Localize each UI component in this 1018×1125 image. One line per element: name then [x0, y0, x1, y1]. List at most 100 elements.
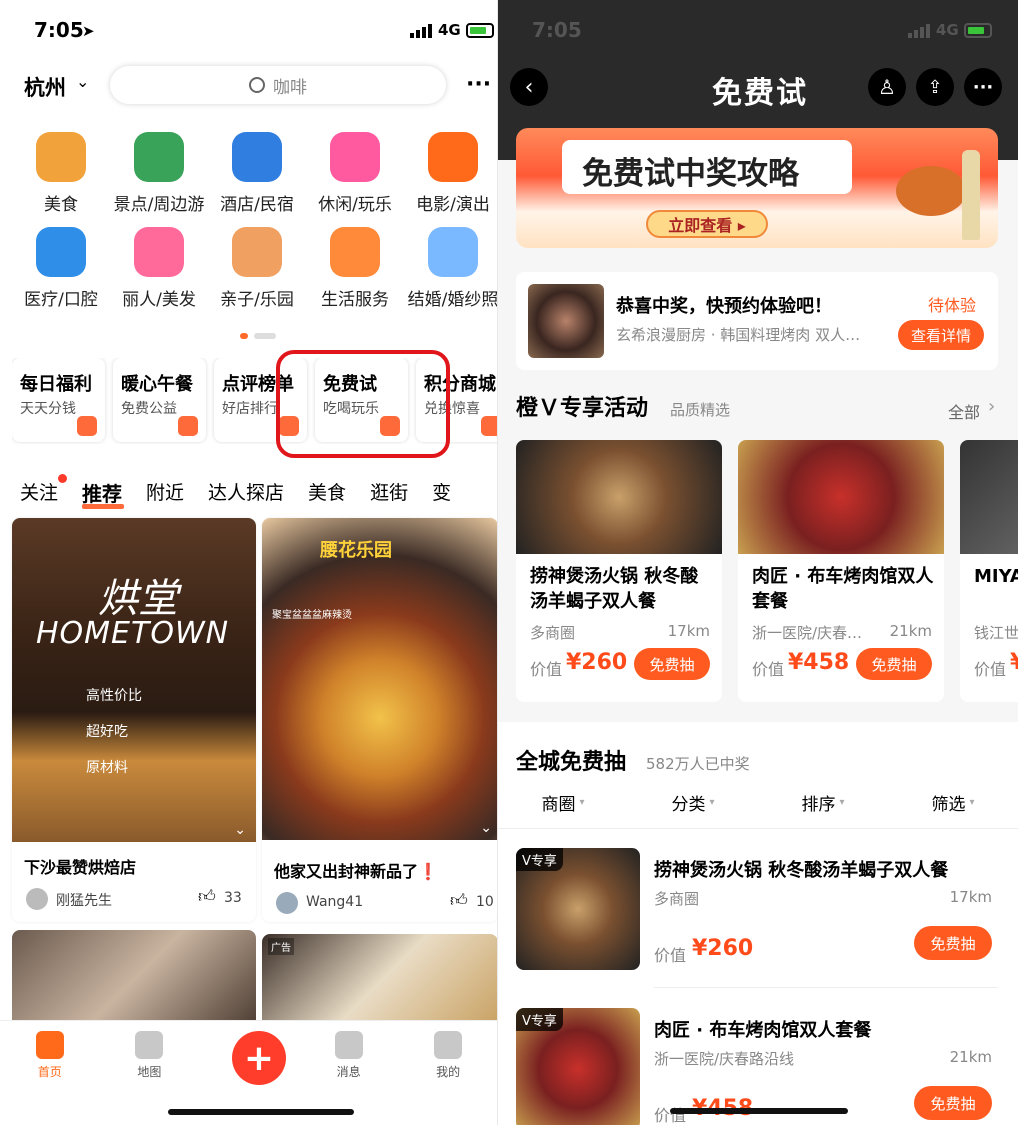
roast-chicken-illustration: [896, 166, 966, 216]
feed-card-photo[interactable]: 广告: [262, 934, 498, 1030]
network-label: 4G: [936, 21, 959, 39]
price-value: ¥458: [788, 650, 850, 675]
vip-card-distance: 21km: [889, 622, 932, 640]
profile-icon[interactable]: ♙: [868, 68, 906, 106]
category-item[interactable]: 医疗/口腔: [12, 227, 110, 310]
tab-item[interactable]: 达人探店: [208, 478, 284, 507]
nav-item[interactable]: 消息: [299, 1021, 399, 1080]
list-item-name: 捞神煲汤火锅 秋冬酸汤羊蝎子双人餐: [654, 860, 949, 881]
right-screen: 7:05 4G ‹ 免费试 ♙ ⇪ ··· 免费试中奖攻略 立即查看 ▸ 恭喜中…: [498, 0, 1018, 1125]
add-post-button[interactable]: +: [232, 1031, 286, 1085]
tab-item[interactable]: 美食: [308, 478, 346, 507]
nav-label: 我的: [436, 1065, 461, 1079]
tab-item[interactable]: 推荐: [82, 478, 125, 509]
category-item[interactable]: 景点/周边游: [110, 132, 208, 215]
category-item[interactable]: 美食: [12, 132, 110, 215]
category-item[interactable]: 丽人/美发: [110, 227, 208, 310]
category-item[interactable]: 生活服务: [306, 227, 404, 310]
category-grid: 美食 景点/周边游 酒店/民宿 休闲/玩乐 电影/演出医疗/口腔 丽人/美发 亲子/乐园 生活…: [12, 132, 498, 310]
win-desc: 玄希浪漫厨房 · 韩国料理烤肉 双人…: [616, 326, 861, 344]
list-item-area: 浙一医院/庆春路沿线: [654, 1050, 795, 1068]
price-label: 价值: [752, 660, 785, 679]
filter-item[interactable]: 商圈 ▾: [541, 790, 584, 815]
more-menu-icon[interactable]: ···: [466, 72, 491, 97]
nav-item[interactable]: 首页: [0, 1021, 100, 1080]
guide-banner[interactable]: 免费试中奖攻略 立即查看 ▸: [516, 128, 998, 248]
city-selector[interactable]: 杭州: [24, 72, 66, 102]
category-label: 生活服务: [321, 290, 389, 310]
price-value: ¥260: [692, 936, 754, 961]
more-menu-icon[interactable]: ···: [964, 68, 1002, 106]
category-item[interactable]: 电影/演出: [404, 132, 498, 215]
thumb-up-icon[interactable]: 👍︎: [198, 886, 216, 907]
bottom-nav: 首页 地图 消息 我的 +: [0, 1020, 498, 1125]
signal-icon: [410, 24, 432, 38]
category-item[interactable]: 休闲/玩乐: [306, 132, 404, 215]
category-label: 电影/演出: [416, 195, 490, 215]
promo-subtitle: 天天分钱: [20, 401, 76, 417]
dropdown-arrow-icon: ▾: [969, 797, 975, 808]
free-draw-button[interactable]: 免费抽: [856, 648, 932, 680]
free-draw-button[interactable]: 免费抽: [914, 1086, 992, 1120]
nav-item[interactable]: 我的: [398, 1021, 498, 1080]
vip-card[interactable]: MIYA（奥体钱江世价值¥: [960, 440, 1018, 702]
cocktail-icon: [330, 132, 380, 182]
vip-card-name: 捞神煲汤火锅 秋冬酸汤羊蝎子双人餐: [530, 566, 699, 612]
nav-item[interactable]: 地图: [100, 1021, 200, 1080]
back-button[interactable]: ‹: [510, 68, 548, 106]
search-bar[interactable]: 咖啡: [110, 66, 446, 104]
filter-item[interactable]: 分类 ▾: [671, 790, 714, 815]
chevron-down-icon[interactable]: ⌄: [76, 72, 89, 91]
tab-item[interactable]: 逛街: [370, 478, 408, 507]
list-item-name: 肉匠 · 布车烤肉馆双人套餐: [654, 1020, 872, 1041]
promo-subtitle: 免费公益: [121, 401, 177, 417]
thumb-up-icon[interactable]: 👍︎: [450, 890, 468, 911]
promo-card[interactable]: 暖心午餐 免费公益: [113, 358, 206, 442]
price-label: 价值: [654, 946, 687, 965]
page-title: 免费试: [712, 76, 808, 111]
feed-card-photo[interactable]: [12, 930, 256, 1030]
vip-card-area: 多商圈: [530, 624, 576, 642]
feed-card[interactable]: 烘堂 HOMETOWN 高性价比 超好吃 原材料 ⌄ 下沙最赞烘焙店 刚猛先生 👍︎…: [12, 518, 256, 922]
avatar: [26, 888, 48, 910]
filter-item[interactable]: 筛选 ▾: [931, 790, 974, 815]
win-card[interactable]: 恭喜中奖，快预约体验吧！ 待体验 玄希浪漫厨房 · 韩国料理烤肉 双人… 查看详…: [516, 272, 998, 370]
free-draw-button[interactable]: 免费抽: [914, 926, 992, 960]
vip-card-area: 钱江世: [974, 624, 1018, 642]
filter-item[interactable]: 排序 ▾: [801, 790, 844, 815]
category-label: 结婚/婚纱照: [407, 290, 498, 310]
category-item[interactable]: 结婚/婚纱照: [404, 227, 498, 310]
tab-item[interactable]: 关注: [20, 474, 67, 507]
battery-icon: [964, 23, 992, 38]
see-all-link[interactable]: 全部: [948, 399, 980, 423]
signal-icon: [908, 24, 930, 38]
filter-label: 分类: [671, 795, 706, 815]
filter-label: 筛选: [931, 795, 966, 815]
view-details-button[interactable]: 查看详情: [898, 320, 984, 350]
tab-item[interactable]: 变: [432, 478, 451, 507]
feed-author: Wang41: [306, 894, 364, 910]
vip-card[interactable]: 捞神煲汤火锅 秋冬酸汤羊蝎子双人餐 多商圈 17km 价值 ¥260 免费抽: [516, 440, 722, 702]
list-item-distance: 21km: [949, 1048, 992, 1066]
dish-photo: [738, 440, 944, 554]
section-title: 全城免费抽: [516, 750, 627, 775]
highlight-box: [276, 350, 450, 458]
promo-card[interactable]: 每日福利 天天分钱: [12, 358, 105, 442]
section-title: 橙Ｖ专享活动: [516, 396, 649, 421]
feed-card[interactable]: 腰花乐园 聚宝盆盆盆麻辣烫 ⌄ 他家又出封神新品了❗ Wang41 👍︎ 10: [262, 518, 498, 922]
list-item[interactable]: V专享 捞神煲汤火锅 秋冬酸汤羊蝎子双人餐 多商圈 17km 价值 ¥260 免费抽: [498, 846, 1018, 1006]
section-subtitle: 品质精选: [670, 401, 731, 419]
overlay-item: 原材料: [86, 760, 128, 776]
category-label: 酒店/民宿: [220, 195, 294, 215]
free-draw-button[interactable]: 免费抽: [634, 648, 710, 680]
vip-card-area: 浙一医院/庆春…: [752, 624, 863, 642]
vip-card[interactable]: 肉匠 · 布车烤肉馆双人套餐 浙一医院/庆春… 21km 价值 ¥458 免费抽: [738, 440, 944, 702]
status-time: 7:05: [34, 18, 84, 42]
category-item[interactable]: 酒店/民宿: [208, 132, 306, 215]
tab-item[interactable]: 附近: [146, 478, 184, 507]
chevron-right-icon[interactable]: ›: [988, 396, 995, 417]
category-item[interactable]: 亲子/乐园: [208, 227, 306, 310]
view-now-button[interactable]: 立即查看 ▸: [646, 210, 768, 238]
like-count: 33: [224, 890, 242, 906]
share-icon[interactable]: ⇪: [916, 68, 954, 106]
